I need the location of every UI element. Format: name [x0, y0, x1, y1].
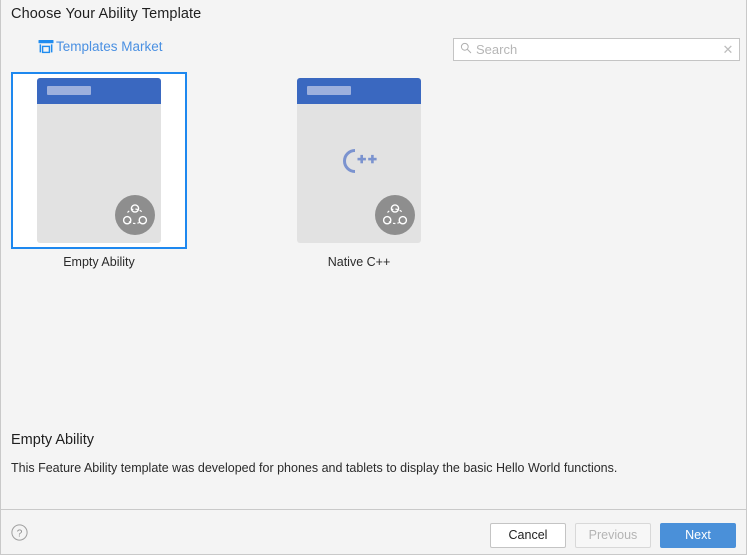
template-card-empty-ability[interactable]: Empty Ability [11, 72, 187, 269]
next-button[interactable]: Next [660, 523, 736, 548]
description-title: Empty Ability [11, 432, 94, 448]
template-thumbnail [297, 78, 421, 243]
thumbnail-title-placeholder [307, 86, 351, 95]
template-card-label: Native C++ [327, 255, 391, 269]
thumbnail-header-bar [37, 78, 161, 104]
templates-market-label: Templates Market [56, 39, 163, 54]
svg-text:?: ? [17, 528, 23, 539]
template-card-frame [271, 72, 447, 249]
thumbnail-header-bar [297, 78, 421, 104]
dialog-footer: ? Cancel Previous Next [1, 510, 746, 554]
template-card-label: Empty Ability [63, 255, 135, 269]
template-card-native-cpp[interactable]: Native C++ [271, 72, 447, 269]
footer-button-group: Cancel Previous Next [490, 523, 736, 548]
template-thumbnail [37, 78, 161, 243]
templates-market-link[interactable]: Templates Market [38, 39, 163, 54]
search-box[interactable]: ✕ [453, 38, 740, 61]
template-list: Empty Ability Native C++ [9, 72, 738, 269]
store-icon [38, 39, 54, 54]
thumbnail-title-placeholder [47, 86, 91, 95]
search-icon [454, 41, 472, 59]
clear-search-icon[interactable]: ✕ [717, 39, 739, 60]
choose-ability-template-dialog: Choose Your Ability Template Templates M… [0, 0, 747, 555]
page-title: Choose Your Ability Template [11, 6, 202, 22]
search-input[interactable] [472, 39, 717, 60]
cancel-button[interactable]: Cancel [490, 523, 566, 548]
template-description: Empty Ability This Feature Ability templ… [11, 432, 736, 478]
template-card-frame [11, 72, 187, 249]
description-text: This Feature Ability template was develo… [11, 461, 618, 475]
previous-button[interactable]: Previous [575, 523, 651, 548]
